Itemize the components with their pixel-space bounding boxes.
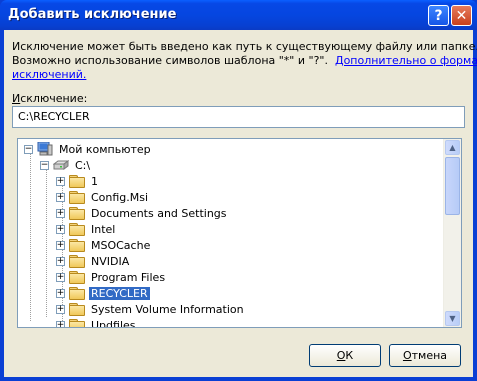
tree-node-folder[interactable]: + Updfiles bbox=[56, 317, 138, 328]
exclusion-label-text: сключение: bbox=[20, 92, 88, 105]
scroll-down-button[interactable]: ▼ bbox=[445, 311, 460, 326]
cancel-button[interactable]: Отмена bbox=[389, 344, 461, 367]
tree-node-label: Config.Msi bbox=[91, 190, 149, 204]
tree-node-label: Updfiles bbox=[91, 318, 136, 328]
tree-node-my-computer[interactable]: − Мой компьютер bbox=[24, 141, 153, 157]
formats-help-link[interactable]: Дополнительно о форматах bbox=[335, 54, 477, 67]
dialog-title: Добавить исключение bbox=[8, 7, 177, 22]
tree-node-label: Мой компьютер bbox=[59, 142, 151, 156]
expand-icon[interactable]: + bbox=[56, 320, 65, 327]
tree-node-label: Documents and Settings bbox=[91, 206, 227, 220]
tree-node-folder[interactable]: + MSOCache bbox=[56, 237, 152, 253]
expand-icon[interactable]: + bbox=[56, 256, 65, 266]
expand-icon[interactable]: + bbox=[56, 224, 65, 234]
ok-button[interactable]: ОК bbox=[309, 344, 381, 367]
tree-node-folder[interactable]: + System Volume Information bbox=[56, 301, 246, 317]
tree-node-folder[interactable]: + Config.Msi bbox=[56, 189, 150, 205]
exclusion-label-accel: И bbox=[12, 92, 21, 105]
folder-icon bbox=[69, 191, 85, 204]
tree-node-label: RECYCLER bbox=[89, 286, 150, 300]
expand-icon[interactable]: + bbox=[56, 288, 65, 298]
ok-accel: О bbox=[336, 349, 346, 362]
close-icon: ✕ bbox=[455, 7, 468, 24]
formats-help-link-cont[interactable]: исключений. bbox=[12, 68, 86, 81]
tree-node-label: Intel bbox=[91, 222, 116, 236]
description-line-2: Возможно использование символов шаблона … bbox=[12, 54, 477, 68]
tree-node-folder[interactable]: + Program Files bbox=[56, 269, 167, 285]
expand-icon[interactable]: + bbox=[56, 304, 65, 314]
tree-node-label: MSOCache bbox=[91, 238, 151, 252]
dialog-window: Добавить исключение ? ✕ Исключение может… bbox=[0, 0, 477, 381]
tree-node-label: Program Files bbox=[91, 270, 166, 284]
tree-line bbox=[30, 151, 31, 321]
tree-node-drive-c[interactable]: − C:\ bbox=[40, 157, 92, 173]
dialog-body: Исключение может быть введено как путь к… bbox=[4, 30, 477, 377]
my-computer-icon bbox=[37, 142, 53, 156]
help-button[interactable]: ? bbox=[428, 5, 449, 26]
folder-icon bbox=[69, 303, 85, 316]
folder-icon bbox=[69, 319, 85, 327]
description-line-1: Исключение может быть введено как путь к… bbox=[12, 40, 477, 53]
description-text: Исключение может быть введено как путь к… bbox=[12, 40, 477, 82]
title-bar[interactable]: Добавить исключение ? ✕ bbox=[0, 0, 477, 30]
folder-icon bbox=[69, 239, 85, 252]
folder-icon bbox=[69, 207, 85, 220]
folder-tree[interactable]: − Мой компьютер − C:\ + 1 + Config.Msi +… bbox=[17, 138, 462, 328]
tree-scrollbar[interactable]: ▲ ▼ bbox=[443, 139, 461, 327]
tree-line bbox=[46, 167, 47, 317]
tree-node-folder[interactable]: + Intel bbox=[56, 221, 117, 237]
hard-drive-icon bbox=[53, 160, 69, 170]
help-icon: ? bbox=[434, 7, 443, 24]
expand-icon[interactable]: + bbox=[56, 176, 65, 186]
folder-icon bbox=[69, 287, 85, 300]
folder-icon bbox=[69, 175, 85, 188]
cancel-label: тмена bbox=[411, 349, 448, 362]
folder-icon bbox=[69, 271, 85, 284]
folder-icon bbox=[69, 223, 85, 236]
expand-icon[interactable]: + bbox=[56, 272, 65, 282]
tree-node-folder[interactable]: + NVIDIA bbox=[56, 253, 131, 269]
tree-node-folder-selected[interactable]: + RECYCLER bbox=[56, 285, 150, 301]
scroll-up-button[interactable]: ▲ bbox=[445, 140, 460, 155]
cancel-accel: О bbox=[402, 349, 412, 362]
description-line-3: исключений. bbox=[12, 68, 467, 82]
expand-icon[interactable]: + bbox=[56, 208, 65, 218]
ok-label: К bbox=[345, 349, 354, 362]
collapse-icon[interactable]: − bbox=[24, 144, 33, 154]
expand-icon[interactable]: + bbox=[56, 192, 65, 202]
tree-node-label: NVIDIA bbox=[91, 254, 130, 268]
tree-node-folder[interactable]: + 1 bbox=[56, 173, 100, 189]
tree-node-label: C:\ bbox=[75, 158, 91, 172]
exclusion-input[interactable]: C:\RECYCLER bbox=[12, 106, 465, 128]
folder-icon bbox=[69, 255, 85, 268]
tree-node-label: System Volume Information bbox=[91, 302, 244, 316]
tree-node-label: 1 bbox=[91, 174, 98, 188]
exclusion-label: Исключение: bbox=[12, 92, 87, 105]
tree-node-folder[interactable]: + Documents and Settings bbox=[56, 205, 229, 221]
close-button[interactable]: ✕ bbox=[451, 5, 472, 26]
chevron-up-icon: ▲ bbox=[449, 143, 456, 152]
scrollbar-thumb[interactable] bbox=[445, 157, 460, 215]
collapse-icon[interactable]: − bbox=[40, 160, 49, 170]
description-line-2-text: Возможно использование символов шаблона … bbox=[12, 54, 328, 67]
expand-icon[interactable]: + bbox=[56, 240, 65, 250]
chevron-down-icon: ▼ bbox=[449, 314, 456, 323]
